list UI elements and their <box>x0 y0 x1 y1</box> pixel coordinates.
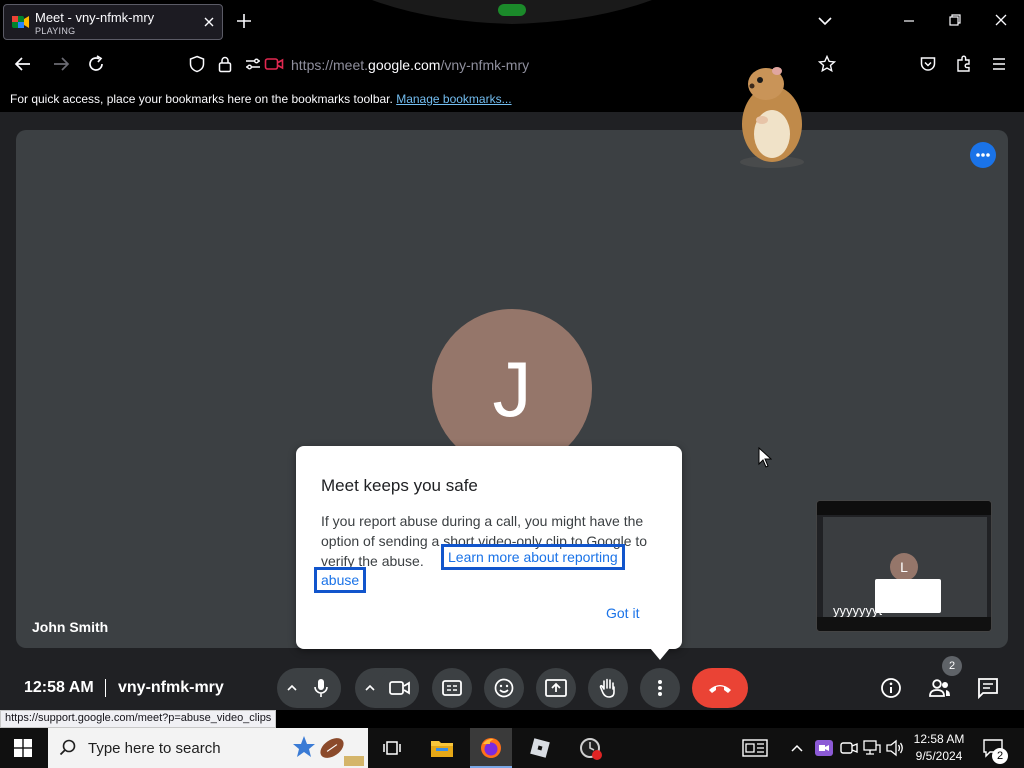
notification-count-badge: 2 <box>992 748 1008 764</box>
participant-avatar: J <box>432 309 592 469</box>
emoji-icon <box>494 678 514 698</box>
people-icon[interactable] <box>928 677 952 699</box>
pocket-icon[interactable] <box>919 55 937 73</box>
url-bar[interactable]: https://meet.google.com/vny-nfmk-mry <box>291 57 529 73</box>
self-view-controls <box>817 617 991 631</box>
captions-button[interactable] <box>432 668 472 708</box>
clock-date: 9/5/2024 <box>915 749 963 763</box>
url-path: /vny-nfmk-mry <box>440 57 530 73</box>
video-options-chevron-icon[interactable] <box>363 681 377 695</box>
microphone-button[interactable] <box>301 668 341 708</box>
chevron-down-icon[interactable] <box>817 14 833 28</box>
self-view-chrome <box>817 501 991 515</box>
search-icon <box>59 739 77 757</box>
window-notch <box>372 0 652 30</box>
more-options-button[interactable] <box>640 668 680 708</box>
self-view-tile[interactable]: L yyyyyyyt <box>816 500 992 632</box>
system-clock[interactable]: 12:58 AM 9/5/2024 <box>906 731 972 765</box>
tray-chevron-up-icon[interactable] <box>790 741 804 755</box>
meeting-details-icon[interactable] <box>880 677 902 699</box>
divider <box>105 679 106 697</box>
camera-sharing-icon[interactable] <box>264 55 284 73</box>
learn-more-link[interactable]: Learn more about reporting <box>441 544 625 570</box>
search-highlight-image <box>290 730 366 766</box>
browser-tab[interactable]: Meet - vny-nfmk-mry PLAYING <box>3 4 223 40</box>
url-host: google.com <box>368 57 441 73</box>
tile-options-button[interactable] <box>970 142 996 168</box>
url-prefix: https://meet. <box>291 57 369 73</box>
meeting-clock: 12:58 AM <box>24 679 94 696</box>
back-icon[interactable] <box>14 55 32 73</box>
menu-icon[interactable] <box>991 55 1007 73</box>
dialog-title: Meet keeps you safe <box>321 476 478 495</box>
reload-icon[interactable] <box>87 55 105 73</box>
self-view-dialog <box>875 579 941 613</box>
camera-button[interactable] <box>379 668 419 708</box>
clock-time: 12:58 AM <box>913 732 965 746</box>
forward-icon[interactable] <box>52 55 70 73</box>
link-status-url: https://support.google.com/meet?p=abuse_… <box>0 710 277 728</box>
camera-control <box>355 668 419 708</box>
video-camera-icon <box>389 681 410 695</box>
audio-options-chevron-icon[interactable] <box>285 681 299 695</box>
tab-playing-label: PLAYING <box>35 26 76 36</box>
mouse-cursor-icon <box>758 447 772 469</box>
shield-icon[interactable] <box>188 55 206 73</box>
restore-icon[interactable] <box>948 13 962 27</box>
self-view-overlay-text: yyyyyyyt <box>833 603 883 618</box>
got-it-button[interactable]: Got it <box>606 605 639 621</box>
firefox-taskbar-button[interactable] <box>470 728 512 768</box>
meeting-code: vny-nfmk-mry <box>118 679 224 696</box>
hand-icon <box>599 678 615 698</box>
more-vertical-icon <box>658 680 662 696</box>
volume-icon[interactable] <box>885 739 905 757</box>
minimize-icon[interactable] <box>902 14 916 28</box>
star-icon[interactable] <box>818 55 836 73</box>
video-app-tray-icon[interactable] <box>814 739 834 757</box>
roblox-icon[interactable] <box>529 737 551 759</box>
recording-app-icon[interactable] <box>579 737 603 761</box>
microphone-icon <box>314 679 328 697</box>
present-button[interactable] <box>536 668 576 708</box>
reactions-button[interactable] <box>484 668 524 708</box>
dialog-pointer <box>650 648 670 660</box>
bookmarks-hint: For quick access, place your bookmarks h… <box>10 92 393 106</box>
tab-title: Meet - vny-nfmk-mry <box>35 10 155 25</box>
hamster-overlay-image <box>722 62 814 172</box>
microphone-control <box>277 668 341 708</box>
learn-more-link-continuation[interactable]: abuse <box>314 567 367 593</box>
people-count-badge: 2 <box>942 656 962 676</box>
extensions-icon[interactable] <box>955 55 973 73</box>
captions-icon <box>442 680 462 696</box>
meet-favicon <box>12 14 30 30</box>
news-widget-icon[interactable] <box>742 739 768 757</box>
close-window-icon[interactable] <box>994 13 1008 27</box>
participant-name: John Smith <box>32 619 109 635</box>
close-tab-icon[interactable] <box>202 15 216 29</box>
present-screen-icon <box>545 679 567 697</box>
self-view-avatar: L <box>890 553 918 581</box>
task-view-icon[interactable] <box>382 738 402 758</box>
firefox-icon <box>481 738 501 758</box>
raise-hand-button[interactable] <box>588 668 628 708</box>
network-icon[interactable] <box>862 739 882 757</box>
camera-in-use-icon[interactable] <box>840 740 858 756</box>
manage-bookmarks-link[interactable]: Manage bookmarks... <box>396 92 511 106</box>
search-placeholder: Type here to search <box>88 740 221 757</box>
chat-icon[interactable] <box>977 677 999 699</box>
end-call-icon <box>709 685 731 693</box>
leave-call-button[interactable] <box>692 668 748 708</box>
windows-start-icon[interactable] <box>14 739 32 757</box>
file-explorer-icon[interactable] <box>430 738 454 758</box>
lock-icon[interactable] <box>217 55 233 73</box>
permissions-icon[interactable] <box>244 55 262 73</box>
new-tab-icon[interactable] <box>236 13 252 29</box>
bookmarks-message: For quick access, place your bookmarks h… <box>10 92 512 106</box>
safety-dialog: Meet keeps you safe If you report abuse … <box>296 446 682 649</box>
